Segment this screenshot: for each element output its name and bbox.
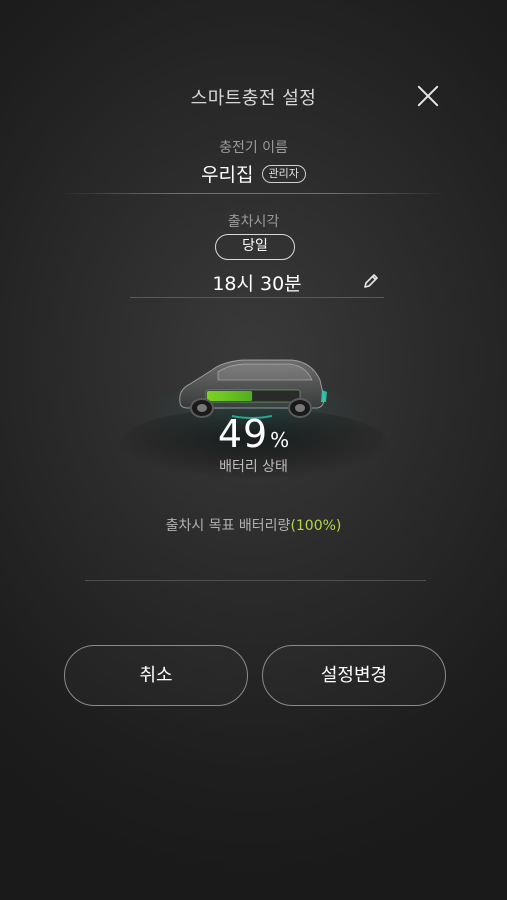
charger-name-label: 충전기 이름 (219, 140, 288, 156)
divider (85, 580, 426, 581)
charger-name-row: 우리집 관리자 (0, 160, 507, 187)
change-settings-button[interactable]: 설정변경 (262, 645, 446, 706)
cancel-button[interactable]: 취소 (64, 645, 248, 706)
day-selector-pill[interactable]: 당일 (215, 234, 295, 260)
charger-name: 우리집 (201, 164, 254, 186)
target-battery-value: (100%) (290, 518, 342, 534)
target-battery-label: 출차시 목표 배터리량 (165, 518, 291, 534)
battery-percent-value: 49 (217, 412, 269, 456)
admin-badge: 관리자 (261, 164, 306, 183)
battery-percentage: 49% (0, 412, 507, 456)
battery-fill (207, 391, 253, 401)
battery-status-label: 배터리 상태 (219, 459, 288, 475)
target-battery-info: 출차시 목표 배터리량(100%) (0, 515, 507, 535)
departure-time-label: 출차시각 (227, 214, 280, 230)
departure-time-field[interactable]: 18시 30분 (130, 268, 384, 298)
close-icon[interactable] (416, 84, 440, 108)
divider (60, 193, 447, 194)
pencil-icon[interactable] (362, 272, 380, 290)
battery-percent-unit: % (270, 428, 290, 452)
smart-charge-settings-screen: 스마트충전 설정 충전기 이름 우리집 관리자 출차시각 당일 18시 30분 (0, 0, 507, 900)
departure-time-value: 18시 30분 (212, 273, 302, 295)
